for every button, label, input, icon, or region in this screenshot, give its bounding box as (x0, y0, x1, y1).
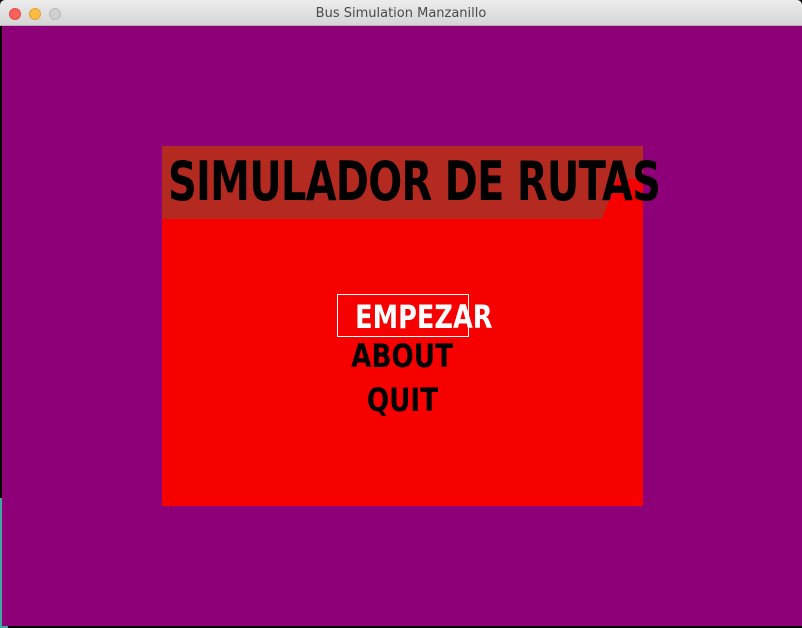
menu-item-about[interactable]: ABOUT (162, 337, 643, 381)
page-title: SIMULADOR DE RUTAS (168, 150, 661, 213)
menu-item-empezar[interactable]: EMPEZAR (336, 294, 492, 337)
main-menu: EMPEZAR ABOUT QUIT (162, 294, 643, 425)
game-canvas: SIMULADOR DE RUTAS EMPEZAR ABOUT QUIT (2, 26, 802, 626)
menu-item-label: ABOUT (351, 337, 454, 375)
app-window: Bus Simulation Manzanillo SIMULADOR DE R… (0, 0, 802, 628)
menu-item-label: QUIT (366, 381, 439, 419)
menu-item-quit[interactable]: QUIT (162, 381, 643, 425)
window-title: Bus Simulation Manzanillo (315, 6, 487, 21)
main-menu-panel: SIMULADOR DE RUTAS EMPEZAR ABOUT QUIT (162, 146, 661, 506)
window-titlebar[interactable]: Bus Simulation Manzanillo (0, 0, 802, 26)
menu-item-label: EMPEZAR (354, 298, 492, 336)
